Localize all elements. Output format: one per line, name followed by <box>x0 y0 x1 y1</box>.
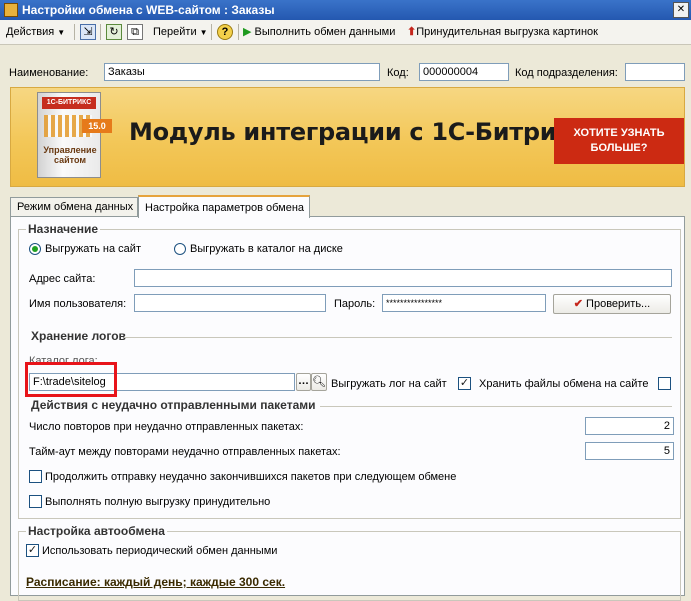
app-icon <box>4 3 18 17</box>
version-badge: 15.0 <box>82 119 112 133</box>
actions-menu[interactable]: Действия ▼ <box>6 24 65 40</box>
toolbar-separator <box>211 24 212 40</box>
upload-log-label[interactable]: Выгружать лог на сайт <box>331 378 447 390</box>
force-images-button[interactable]: ⬆Принудительная выгрузка картинок <box>407 24 598 40</box>
full-upload-label[interactable]: Выполнять полную выгрузку принудительно <box>45 496 270 508</box>
integration-banner[interactable]: 1С-БИТРИКС Управление сайтом 15.0 Модуль… <box>10 87 685 187</box>
chevron-down-icon: ▼ <box>57 28 66 37</box>
username-field[interactable] <box>134 294 326 312</box>
toolbar: Действия ▼ ⇲ ↻ ⧉ Перейти ▼ ? ▶ Выполнить… <box>0 20 691 45</box>
logs-title: Хранение логов <box>31 329 126 343</box>
open-folder-button[interactable]: 🔍︎ <box>311 373 327 391</box>
timeout-label: Тайм-аут между повторами неудачно отправ… <box>29 446 341 458</box>
browse-button[interactable]: … <box>296 373 311 391</box>
check-button-label: Проверить... <box>586 298 651 310</box>
check-button[interactable]: ✔ Проверить... <box>553 294 671 314</box>
magnifier-icon: 🔍︎ <box>312 376 326 388</box>
site-address-label: Адрес сайта: <box>29 273 96 285</box>
upload-to-site-radio[interactable] <box>29 243 41 255</box>
ellipsis-icon: … <box>298 375 309 387</box>
actions-menu-label: Действия <box>6 26 55 38</box>
password-field[interactable]: **************** <box>382 294 546 312</box>
upload-to-disk-label[interactable]: Выгружать в каталог на диске <box>190 243 343 255</box>
window-titlebar: Настройки обмена с WEB-сайтом : Заказы ✕ <box>0 0 691 20</box>
window-title: Настройки обмена с WEB-сайтом : Заказы <box>22 3 275 17</box>
timeout-field[interactable]: 5 <box>585 442 674 460</box>
schedule-link[interactable]: Расписание: каждый день; каждые 300 сек. <box>26 575 285 589</box>
refresh-icon[interactable]: ↻ <box>106 24 122 40</box>
name-field[interactable]: Заказы <box>104 63 380 81</box>
continue-label[interactable]: Продолжить отправку неудачно закончивших… <box>45 471 456 483</box>
continue-checkbox[interactable] <box>29 470 42 483</box>
keep-files-checkbox[interactable] <box>658 377 671 390</box>
code-label: Код: <box>387 67 409 79</box>
checklist-icon: ✔ <box>573 298 583 310</box>
run-exchange-label: Выполнить обмен данными <box>254 26 396 38</box>
upload-to-disk-radio[interactable] <box>174 243 186 255</box>
division-code-label: Код подразделения: <box>515 67 618 79</box>
goto-menu-label: Перейти <box>153 26 197 38</box>
destination-title: Назначение <box>26 222 101 236</box>
failed-packets-divider <box>320 406 672 407</box>
play-icon: ▶ <box>243 26 252 38</box>
toolbar-separator <box>74 24 75 40</box>
toolbar-separator <box>238 24 239 40</box>
help-icon[interactable]: ? <box>217 24 233 40</box>
retry-count-label: Число повторов при неудачно отправленных… <box>29 421 304 433</box>
run-exchange-button[interactable]: ▶ Выполнить обмен данными <box>243 24 395 40</box>
retry-count-field[interactable]: 2 <box>585 417 674 435</box>
highlight-box <box>25 362 117 397</box>
site-address-field[interactable] <box>134 269 672 287</box>
save-close-icon[interactable]: ⇲ <box>80 24 96 40</box>
force-images-label: Принудительная выгрузка картинок <box>416 26 598 38</box>
tab-exchange-mode[interactable]: Режим обмена данных <box>10 197 138 217</box>
keep-files-label[interactable]: Хранить файлы обмена на сайте <box>479 378 648 390</box>
copy-icon[interactable]: ⧉ <box>127 24 143 40</box>
toolbar-separator <box>100 24 101 40</box>
product-box-image: 1С-БИТРИКС Управление сайтом 15.0 <box>37 92 112 178</box>
code-field[interactable]: 000000004 <box>419 63 509 81</box>
use-periodic-checkbox[interactable]: ✓ <box>26 544 39 557</box>
password-label: Пароль: <box>334 298 376 310</box>
username-label: Имя пользователя: <box>29 298 127 310</box>
chevron-down-icon: ▼ <box>199 28 208 37</box>
upload-images-icon: ⬆ <box>407 26 417 38</box>
failed-packets-title: Действия с неудачно отправленными пакета… <box>31 398 316 412</box>
bitrix-logo: 1С-БИТРИКС <box>42 97 96 109</box>
goto-menu[interactable]: Перейти ▼ <box>153 24 208 40</box>
name-label: Наименование: <box>9 67 89 79</box>
full-upload-checkbox[interactable] <box>29 495 42 508</box>
upload-to-site-label[interactable]: Выгружать на сайт <box>45 243 141 255</box>
logs-divider <box>124 337 672 338</box>
product-name: Управление сайтом <box>43 145 97 165</box>
upload-log-checkbox[interactable]: ✓ <box>458 377 471 390</box>
learn-more-button[interactable]: ХОТИТЕ УЗНАТЬ БОЛЬШЕ? <box>554 118 684 164</box>
use-periodic-label[interactable]: Использовать периодический обмен данными <box>42 545 277 557</box>
tab-exchange-settings[interactable]: Настройка параметров обмена <box>138 195 310 218</box>
division-code-field[interactable] <box>625 63 685 81</box>
close-icon[interactable]: ✕ <box>673 2 689 18</box>
autoexchange-title: Настройка автообмена <box>26 524 167 538</box>
